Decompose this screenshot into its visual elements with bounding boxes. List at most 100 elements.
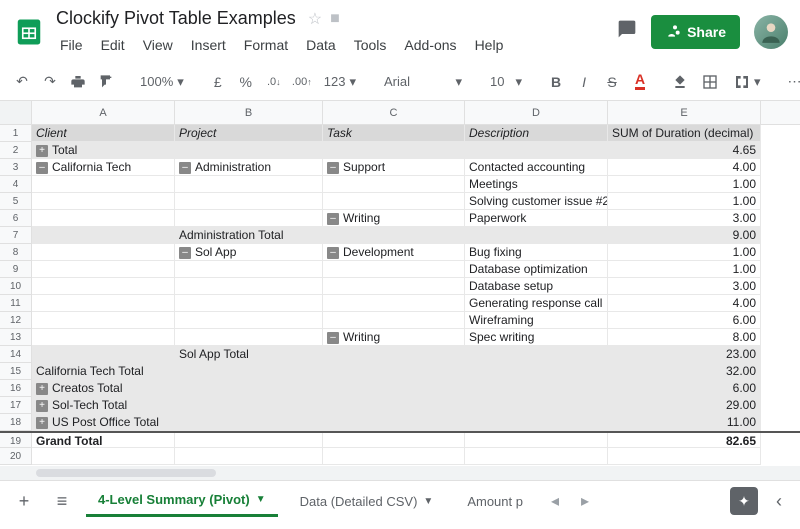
cell[interactable] — [32, 295, 175, 312]
percent-button[interactable]: % — [234, 69, 258, 95]
expand-icon[interactable]: + — [36, 145, 48, 157]
cell[interactable] — [175, 193, 323, 210]
cell[interactable] — [323, 433, 465, 448]
collapse-icon[interactable]: – — [327, 213, 339, 225]
row-header[interactable]: 6 — [0, 210, 32, 227]
cell[interactable] — [323, 346, 465, 363]
cell[interactable]: 6.00 — [608, 312, 761, 329]
cell[interactable]: California Tech Total — [32, 363, 175, 380]
cell[interactable] — [323, 448, 465, 465]
collapse-icon[interactable]: – — [327, 332, 339, 344]
menu-data[interactable]: Data — [298, 33, 344, 57]
cell[interactable] — [465, 346, 608, 363]
cell[interactable] — [465, 380, 608, 397]
menu-add-ons[interactable]: Add-ons — [396, 33, 464, 57]
cell[interactable]: 1.00 — [608, 261, 761, 278]
undo-button[interactable]: ↶ — [10, 69, 34, 95]
cell[interactable] — [175, 261, 323, 278]
cell[interactable]: 3.00 — [608, 278, 761, 295]
currency-button[interactable]: £ — [206, 69, 230, 95]
cell[interactable] — [32, 448, 175, 465]
horizontal-scrollbar[interactable] — [0, 466, 800, 480]
decrease-decimal-button[interactable]: .0↓ — [262, 69, 286, 95]
cell[interactable]: 3.00 — [608, 210, 761, 227]
cell[interactable] — [465, 433, 608, 448]
pivot-header[interactable]: SUM of Duration (decimal) — [608, 125, 761, 142]
menu-tools[interactable]: Tools — [346, 33, 395, 57]
redo-button[interactable]: ↷ — [38, 69, 62, 95]
cell[interactable] — [175, 295, 323, 312]
cell[interactable]: 4.00 — [608, 159, 761, 176]
paint-format-button[interactable] — [94, 69, 118, 95]
print-button[interactable] — [66, 69, 90, 95]
cell[interactable] — [32, 346, 175, 363]
folder-icon[interactable]: ■ — [330, 10, 340, 28]
menu-format[interactable]: Format — [236, 33, 296, 57]
cell[interactable]: –Sol App — [175, 244, 323, 261]
menu-edit[interactable]: Edit — [93, 33, 133, 57]
comment-history-icon[interactable] — [617, 19, 637, 45]
cell[interactable]: +Total — [32, 142, 175, 159]
column-header[interactable]: B — [175, 101, 323, 124]
pivot-header[interactable]: Description — [465, 125, 608, 142]
account-avatar[interactable] — [754, 15, 788, 49]
cell[interactable]: Administration Total — [175, 227, 323, 244]
menu-file[interactable]: File — [52, 33, 91, 57]
cell[interactable] — [323, 193, 465, 210]
cell[interactable] — [465, 363, 608, 380]
cell[interactable] — [465, 397, 608, 414]
cell[interactable] — [175, 278, 323, 295]
cell[interactable]: 1.00 — [608, 244, 761, 261]
row-header[interactable]: 13 — [0, 329, 32, 346]
cell[interactable]: Paperwork — [465, 210, 608, 227]
collapse-icon[interactable]: – — [179, 162, 191, 174]
cell[interactable] — [323, 380, 465, 397]
cell[interactable] — [32, 193, 175, 210]
cell[interactable]: +US Post Office Total — [32, 414, 175, 431]
cell[interactable]: Database optimization — [465, 261, 608, 278]
row-header[interactable]: 18 — [0, 414, 32, 431]
expand-icon[interactable]: + — [36, 383, 48, 395]
row-header[interactable]: 17 — [0, 397, 32, 414]
cell[interactable] — [175, 414, 323, 431]
row-header[interactable]: 10 — [0, 278, 32, 295]
row-header[interactable]: 16 — [0, 380, 32, 397]
menu-insert[interactable]: Insert — [183, 33, 234, 57]
cell[interactable] — [465, 142, 608, 159]
cell[interactable]: 6.00 — [608, 380, 761, 397]
sheet-tab-active[interactable]: 4-Level Summary (Pivot)▼ — [86, 485, 278, 517]
cell[interactable]: Contacted accounting — [465, 159, 608, 176]
increase-decimal-button[interactable]: .00↑ — [290, 69, 314, 95]
tab-scroll-left[interactable]: ◂ — [545, 491, 565, 511]
cell[interactable] — [323, 363, 465, 380]
cell[interactable]: Wireframing — [465, 312, 608, 329]
cell[interactable]: 8.00 — [608, 329, 761, 346]
row-header[interactable]: 19 — [0, 433, 32, 448]
collapse-icon[interactable]: – — [179, 247, 191, 259]
cell[interactable] — [323, 176, 465, 193]
fill-color-button[interactable] — [668, 69, 692, 95]
strikethrough-button[interactable]: S — [600, 69, 624, 95]
share-button[interactable]: Share — [651, 15, 740, 49]
cell[interactable] — [32, 210, 175, 227]
cell[interactable] — [32, 278, 175, 295]
sheet-tab[interactable]: Data (Detailed CSV)▼ — [288, 485, 446, 517]
cell[interactable]: Spec writing — [465, 329, 608, 346]
cell[interactable] — [32, 329, 175, 346]
cell[interactable] — [323, 295, 465, 312]
cell[interactable]: –Development — [323, 244, 465, 261]
font-size-select[interactable]: 10▾ — [484, 74, 528, 90]
column-header[interactable]: A — [32, 101, 175, 124]
column-header[interactable]: C — [323, 101, 465, 124]
bold-button[interactable]: B — [544, 69, 568, 95]
cell[interactable] — [32, 176, 175, 193]
cell[interactable] — [32, 261, 175, 278]
all-sheets-button[interactable]: ≡ — [48, 491, 76, 512]
cell[interactable]: Meetings — [465, 176, 608, 193]
explore-button[interactable]: ✦ — [730, 487, 758, 515]
cell[interactable]: 23.00 — [608, 346, 761, 363]
cell[interactable]: –Writing — [323, 210, 465, 227]
merge-cells-button[interactable]: ▾ — [728, 74, 767, 90]
cell[interactable]: 32.00 — [608, 363, 761, 380]
spreadsheet-grid[interactable]: A B C D E 1 Client Project Task Descript… — [0, 101, 800, 481]
